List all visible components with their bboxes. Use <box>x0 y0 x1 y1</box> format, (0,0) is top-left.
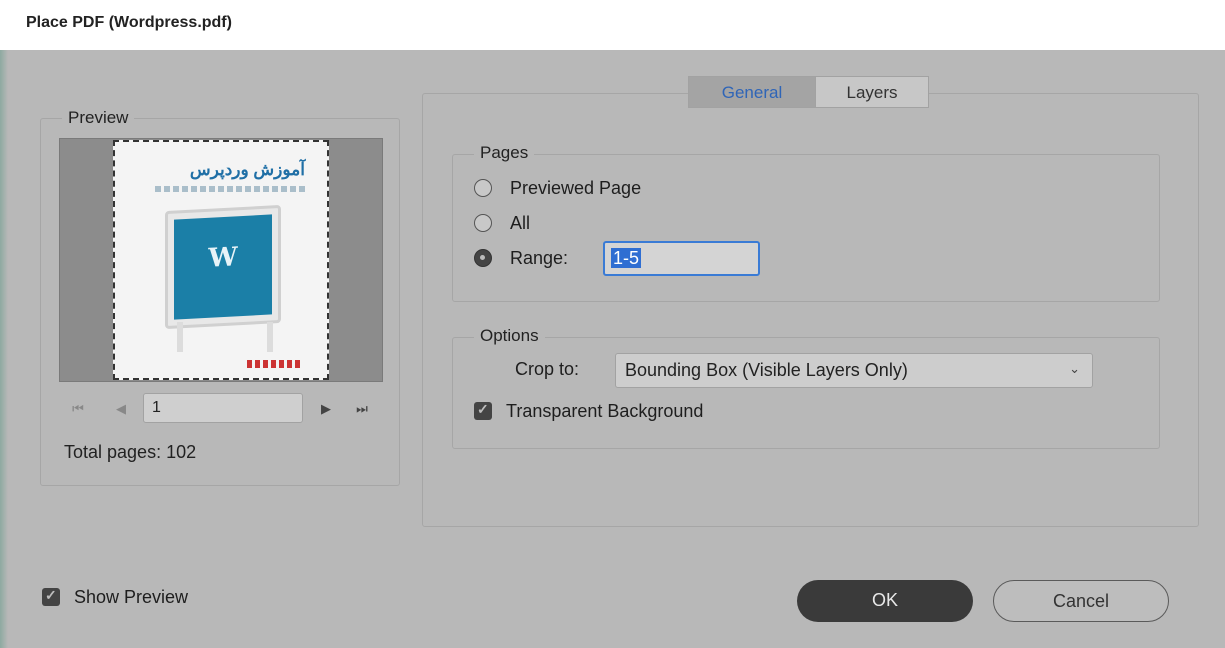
crop-to-value: Bounding Box (Visible Layers Only) <box>625 360 908 380</box>
radio-previewed-page[interactable]: Previewed Page <box>474 176 641 200</box>
show-preview-checkbox[interactable]: Show Preview <box>42 585 188 609</box>
tab-layers[interactable]: Layers <box>816 76 929 108</box>
thumbnail-subtext <box>155 186 305 192</box>
ok-button[interactable]: OK <box>797 580 973 622</box>
left-edge <box>0 50 8 648</box>
last-page-icon[interactable]: ⏭ <box>354 401 370 417</box>
crop-to-label: Crop to: <box>515 359 580 379</box>
crop-to-select[interactable]: Bounding Box (Visible Layers Only) ⌄ <box>615 353 1093 388</box>
radio-label: All <box>510 212 531 233</box>
chevron-down-icon: ⌄ <box>1069 361 1080 376</box>
wordpress-logo: W <box>208 242 238 274</box>
checkbox-label: Transparent Background <box>506 400 704 421</box>
thumbnail-board-screen: W <box>174 214 272 320</box>
radio-label: Previewed Page <box>510 177 642 198</box>
cancel-button[interactable]: Cancel <box>993 580 1169 622</box>
previous-page-icon[interactable]: ◀ <box>113 401 129 417</box>
window-title: Place PDF (Wordpress.pdf) <box>26 14 232 31</box>
checkbox-icon[interactable] <box>474 401 492 420</box>
radio-range[interactable]: Range: <box>474 246 568 270</box>
page-thumbnail: آموزش وردپرس W <box>113 140 329 380</box>
checkbox-icon[interactable] <box>42 587 60 606</box>
transparent-background-checkbox[interactable]: Transparent Background <box>474 399 703 423</box>
next-page-icon[interactable]: ▶ <box>318 401 334 417</box>
range-input[interactable]: 1-5 <box>603 241 760 276</box>
total-pages: Total pages: 102 <box>64 442 197 462</box>
radio-label: Range: <box>510 247 569 268</box>
page-number-input[interactable]: 1 <box>143 393 303 423</box>
title-bar: Place PDF (Wordpress.pdf) <box>0 0 1225 50</box>
preview-legend: Preview <box>62 108 135 128</box>
range-value: 1-5 <box>611 248 642 268</box>
checkbox-label: Show Preview <box>74 586 189 607</box>
thumbnail-stand-legs <box>177 322 273 352</box>
radio-button[interactable] <box>474 179 492 197</box>
thumbnail-board: W <box>165 204 281 330</box>
radio-button-checked[interactable] <box>474 249 492 267</box>
radio-all[interactable]: All <box>474 211 530 235</box>
radio-button[interactable] <box>474 214 492 232</box>
tab-bar: General Layers <box>688 76 929 108</box>
options-legend: Options <box>474 326 545 346</box>
first-page-icon[interactable]: ⏮ <box>70 401 86 417</box>
tab-general[interactable]: General <box>688 76 816 108</box>
thumbnail-footer <box>247 360 303 368</box>
pages-legend: Pages <box>474 143 535 163</box>
